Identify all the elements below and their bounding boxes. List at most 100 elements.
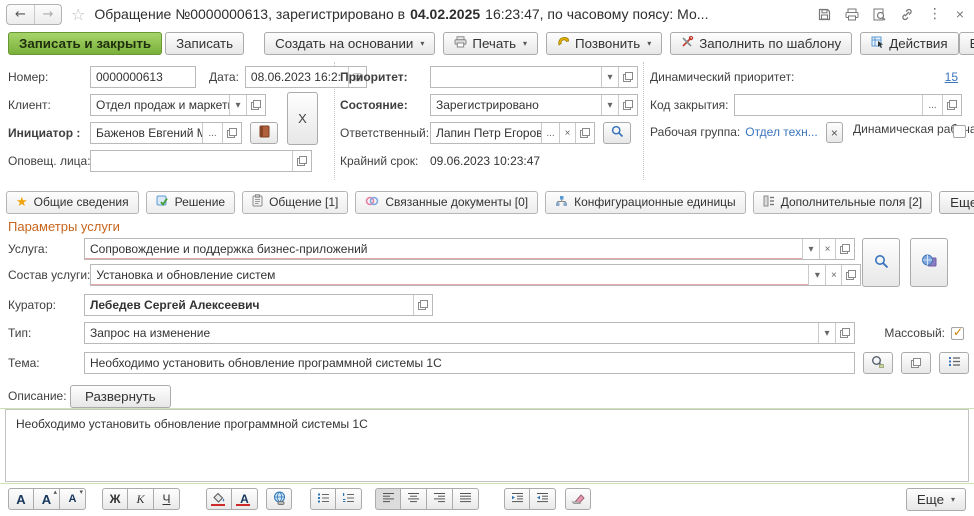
- editor-more-button[interactable]: Еще▾: [906, 488, 966, 511]
- contact-book-button[interactable]: [250, 122, 278, 144]
- preview-icon[interactable]: [873, 8, 886, 21]
- header-form: Номер: 0000000613 Дата: 08.06.2023 16:2:…: [0, 58, 974, 188]
- dynamic-workgroup-checkbox[interactable]: [953, 125, 966, 138]
- tab-extra-fields[interactable]: Дополнительные поля [2]: [753, 191, 932, 214]
- print-icon[interactable]: [845, 8, 859, 21]
- back-button[interactable]: ←: [7, 5, 34, 24]
- subject-list-button[interactable]: [939, 352, 969, 374]
- client-field[interactable]: Отдел продаж и маркетинга ▾: [90, 94, 266, 116]
- tab-communication[interactable]: Общение [1]: [242, 191, 348, 214]
- open-icon[interactable]: [835, 239, 854, 259]
- italic-button[interactable]: К: [128, 488, 154, 510]
- dropdown-icon[interactable]: ▾: [601, 67, 618, 87]
- numbered-list-button[interactable]: [336, 488, 362, 510]
- tab-decision[interactable]: Решение: [146, 191, 235, 214]
- ellipsis-icon[interactable]: ...: [922, 95, 942, 115]
- open-icon[interactable]: [942, 95, 961, 115]
- state-field[interactable]: Зарегистрировано ▾: [430, 94, 638, 116]
- open-icon[interactable]: [246, 95, 265, 115]
- fill-by-template-button[interactable]: Заполнить по шаблону: [670, 32, 852, 55]
- forward-button[interactable]: →: [34, 5, 61, 24]
- service-catalog-button[interactable]: [910, 238, 948, 287]
- clear-icon[interactable]: ×: [819, 239, 835, 259]
- printer-icon: [454, 36, 467, 51]
- clear-icon[interactable]: ×: [825, 265, 841, 285]
- text-color-button[interactable]: A: [232, 488, 258, 510]
- dropdown-icon[interactable]: ▾: [802, 239, 819, 259]
- highlight-color-button[interactable]: [206, 488, 232, 510]
- open-icon[interactable]: [575, 123, 594, 143]
- workgroup-value-link[interactable]: Отдел техн...: [745, 125, 817, 139]
- workgroup-clear-button[interactable]: ×: [826, 122, 843, 143]
- service-field[interactable]: Сопровождение и поддержка бизнес-приложе…: [84, 238, 855, 260]
- call-button[interactable]: Позвонить▾: [546, 32, 662, 55]
- open-icon[interactable]: [835, 323, 854, 343]
- align-center-button[interactable]: [401, 488, 427, 510]
- priority-field[interactable]: ▾: [430, 66, 638, 88]
- indent-increase-button[interactable]: [504, 488, 530, 510]
- description-text: Необходимо установить обновление програм…: [16, 417, 368, 431]
- dropdown-icon[interactable]: ▾: [808, 265, 825, 285]
- curator-field[interactable]: Лебедев Сергей Алексеевич: [84, 294, 433, 316]
- description-textarea[interactable]: Необходимо установить обновление програм…: [5, 409, 969, 482]
- dropdown-icon[interactable]: ▾: [601, 95, 618, 115]
- cmdbar-more-button[interactable]: Еще▾: [959, 32, 974, 55]
- hyperlink-button[interactable]: [266, 488, 292, 510]
- save-icon[interactable]: [818, 8, 831, 21]
- bullet-list-button[interactable]: [310, 488, 336, 510]
- ellipsis-icon[interactable]: ...: [202, 123, 222, 143]
- notify-persons-field[interactable]: [90, 150, 312, 172]
- favorite-star-icon[interactable]: ☆: [71, 5, 85, 24]
- open-icon[interactable]: [222, 123, 241, 143]
- tabs-more-button[interactable]: Еще▾: [939, 191, 974, 214]
- clear-format-button[interactable]: [565, 488, 591, 510]
- more-vertical-icon[interactable]: ⋮: [928, 7, 942, 21]
- clear-client-button[interactable]: X: [287, 92, 318, 145]
- tools-icon: [681, 36, 694, 51]
- subject-pick-button[interactable]: [863, 352, 893, 374]
- type-field[interactable]: Запрос на изменение ▾: [84, 322, 855, 344]
- font-decrease-button[interactable]: A▾: [60, 488, 86, 510]
- save-button[interactable]: Записать: [165, 32, 244, 55]
- subject-field[interactable]: Необходимо установить обновление програм…: [84, 352, 855, 374]
- save-and-close-button[interactable]: Записать и закрыть: [8, 32, 162, 55]
- subject-open-button[interactable]: [901, 352, 931, 374]
- service-search-button[interactable]: [862, 238, 900, 287]
- dynamic-priority-value-link[interactable]: 15: [945, 70, 958, 84]
- number-field[interactable]: 0000000613: [90, 66, 196, 88]
- close-code-field[interactable]: ...: [734, 94, 962, 116]
- responsible-field[interactable]: Лапин Петр Егорович ... ×: [430, 122, 595, 144]
- align-justify-button[interactable]: [453, 488, 479, 510]
- open-icon[interactable]: [413, 295, 432, 315]
- ellipsis-icon[interactable]: ...: [541, 123, 559, 143]
- initiator-field[interactable]: Баженов Евгений Мак ...: [90, 122, 242, 144]
- underline-button[interactable]: Ч: [154, 488, 180, 510]
- number-value: 0000000613: [91, 67, 195, 87]
- dropdown-icon[interactable]: ▾: [229, 95, 246, 115]
- close-icon[interactable]: ×: [956, 7, 964, 21]
- align-right-button[interactable]: [427, 488, 453, 510]
- expand-description-button[interactable]: Развернуть: [70, 385, 171, 408]
- clear-icon[interactable]: ×: [559, 123, 575, 143]
- font-increase-button[interactable]: A▴: [34, 488, 60, 510]
- open-icon[interactable]: [841, 265, 860, 285]
- create-based-on-button[interactable]: Создать на основании▾: [264, 32, 435, 55]
- tab-configuration-units[interactable]: Конфигурационные единицы: [545, 191, 746, 214]
- align-left-button[interactable]: [375, 488, 401, 510]
- open-icon[interactable]: [618, 67, 637, 87]
- indent-decrease-button[interactable]: [530, 488, 556, 510]
- responsible-search-button[interactable]: [603, 122, 631, 144]
- mass-checkbox[interactable]: [951, 327, 964, 340]
- font-button[interactable]: A: [8, 488, 34, 510]
- bold-button[interactable]: Ж: [102, 488, 128, 510]
- open-icon[interactable]: [292, 151, 311, 171]
- window-icons: ⋮ ×: [818, 7, 964, 21]
- tab-linked-documents[interactable]: Связанные документы [0]: [355, 191, 538, 214]
- service-composition-field[interactable]: Установка и обновление систем ▾ ×: [90, 264, 861, 286]
- open-icon[interactable]: [618, 95, 637, 115]
- dropdown-icon[interactable]: ▾: [818, 323, 835, 343]
- print-button[interactable]: Печать▾: [443, 32, 538, 55]
- actions-button[interactable]: Действия: [860, 32, 958, 55]
- link-icon[interactable]: [900, 8, 914, 21]
- tab-general-info[interactable]: ★ Общие сведения: [6, 191, 139, 214]
